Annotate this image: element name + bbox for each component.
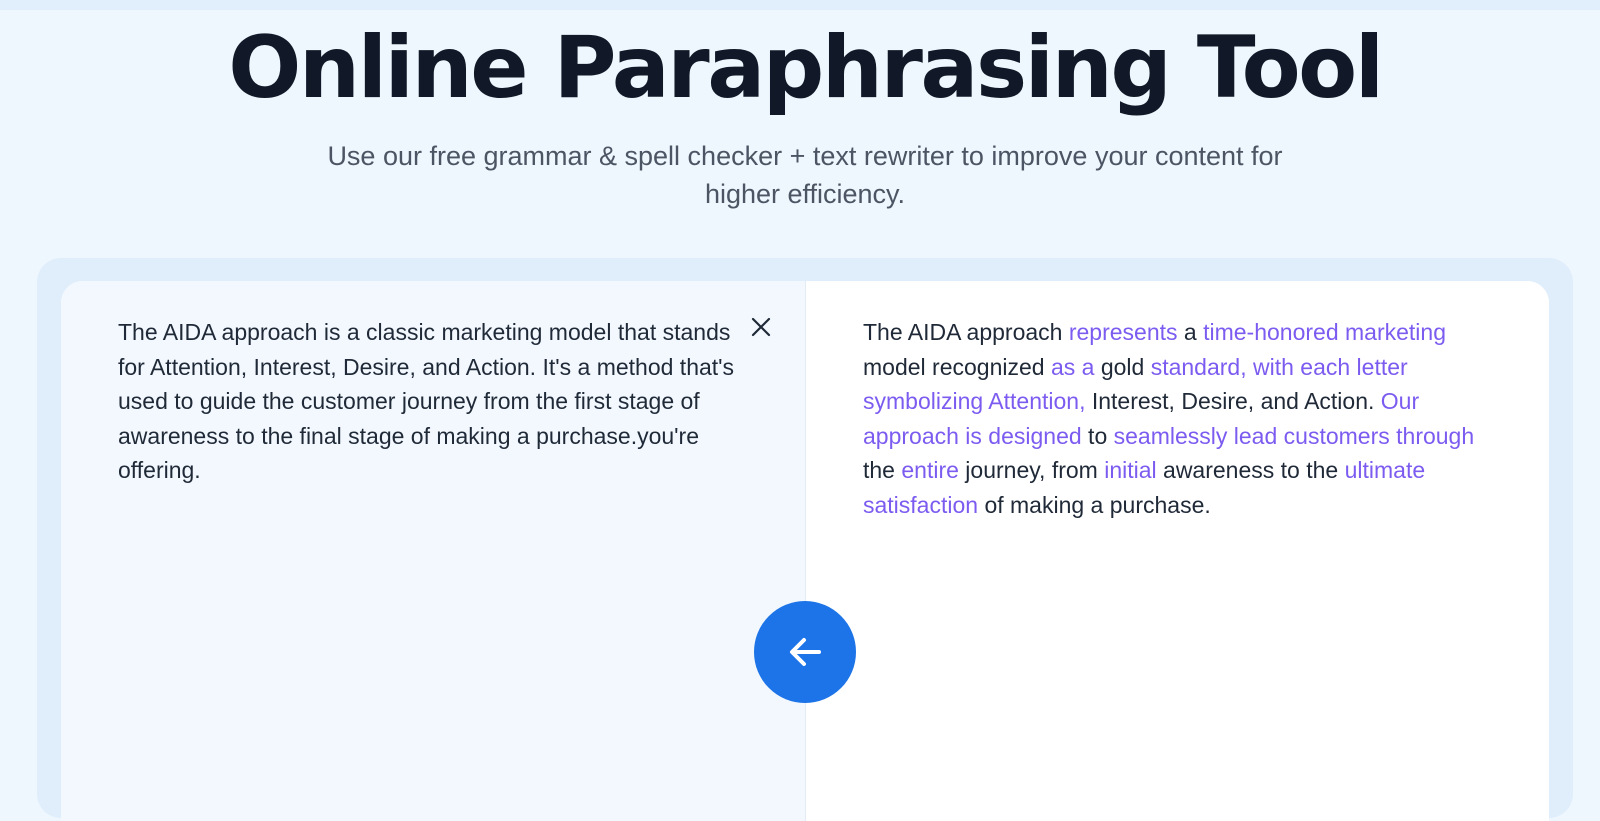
unchanged-phrase: the xyxy=(863,457,902,483)
unchanged-phrase: to xyxy=(1081,422,1114,449)
page-subtitle: Use our free grammar & spell checker + t… xyxy=(327,141,1283,209)
paraphraser-editor: The AIDA approach is a classic marketing… xyxy=(61,281,1549,821)
unchanged-phrase: gold xyxy=(1094,353,1151,380)
top-strip xyxy=(0,0,1600,10)
unchanged-phrase: The AIDA approach xyxy=(863,319,1069,345)
arrow-left-icon xyxy=(790,638,821,666)
unchanged-phrase: journey, from xyxy=(958,457,1105,483)
unchanged-phrase: a xyxy=(1177,319,1204,345)
changed-phrase[interactable]: represents xyxy=(1069,319,1178,345)
output-pane: The AIDA approach represents a time-hono… xyxy=(806,281,1549,821)
unchanged-phrase: of making a purchase. xyxy=(978,491,1211,518)
page-title: Online Paraphrasing Tool xyxy=(228,18,1384,118)
changed-phrase[interactable]: time-honored marketing xyxy=(1203,319,1446,345)
changed-phrase[interactable]: seamlessly lead customers through xyxy=(1114,423,1475,449)
output-text: The AIDA approach represents a time-hono… xyxy=(863,315,1503,522)
changed-phrase[interactable]: as a xyxy=(1051,354,1094,380)
changed-phrase[interactable]: entire xyxy=(901,457,959,483)
input-pane: The AIDA approach is a classic marketing… xyxy=(61,281,805,821)
unchanged-phrase: Interest, Desire, and Action. xyxy=(1085,388,1381,414)
clear-button[interactable] xyxy=(749,315,773,339)
unchanged-phrase: awareness to the xyxy=(1156,457,1345,483)
swap-text-button[interactable] xyxy=(754,601,856,703)
unchanged-phrase: model recognized xyxy=(863,353,1051,380)
close-icon xyxy=(751,317,771,337)
input-text[interactable]: The AIDA approach is a classic marketing… xyxy=(118,315,753,488)
changed-phrase[interactable]: initial xyxy=(1104,457,1156,483)
